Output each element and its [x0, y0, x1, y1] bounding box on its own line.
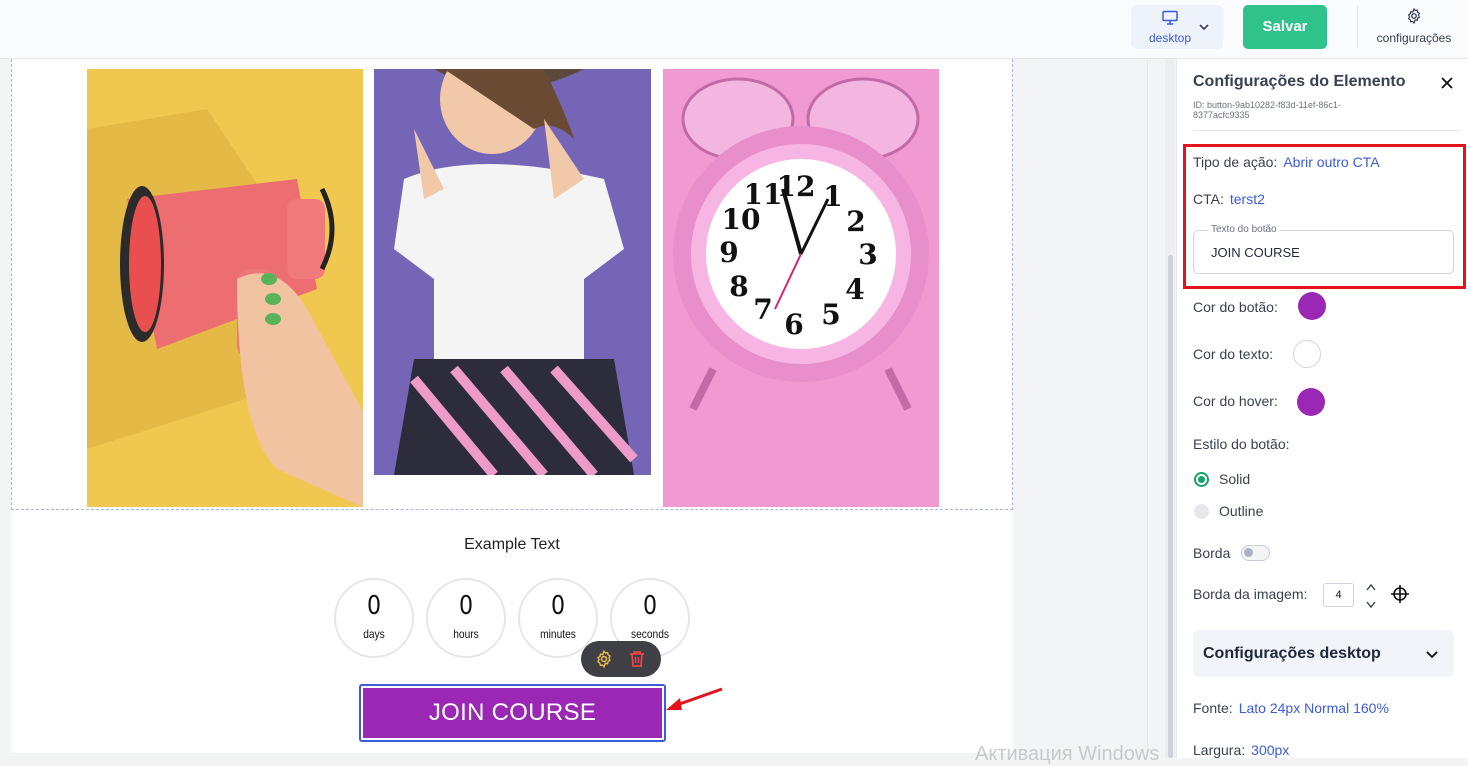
svg-text:2: 2 — [846, 205, 865, 238]
top-bar: desktop Salvar configurações — [0, 0, 1468, 59]
countdown-value: 0 — [642, 591, 658, 621]
divider — [1193, 130, 1461, 131]
button-color-label: Cor do botão: — [1193, 299, 1278, 315]
svg-text:7: 7 — [753, 293, 772, 326]
divider — [1147, 59, 1148, 758]
font-label: Fonte: — [1193, 700, 1233, 716]
element-toolbar — [581, 641, 661, 677]
annotation-arrow-icon — [666, 687, 723, 710]
scrollbar-thumb[interactable] — [1168, 255, 1173, 758]
monitor-icon — [1162, 10, 1178, 25]
text-color-swatch[interactable] — [1293, 340, 1321, 368]
font-row: Fonte: Lato 24px Normal 160% — [1193, 700, 1389, 716]
action-type-link[interactable]: Abrir outro CTA — [1283, 154, 1379, 170]
cta-row: CTA: terst2 — [1193, 191, 1265, 207]
trash-icon[interactable] — [627, 649, 647, 669]
image-gallery-section[interactable]: 12 1 2 345 678 9 10 11 — [11, 59, 1013, 510]
svg-text:5: 5 — [821, 298, 840, 331]
radio-solid[interactable] — [1194, 472, 1209, 487]
stepper-icon[interactable] — [1365, 582, 1377, 610]
svg-text:11: 11 — [744, 178, 783, 211]
image-border-label: Borda da imagem: — [1193, 586, 1308, 602]
accordion-label: Configurações desktop — [1203, 645, 1381, 662]
width-label: Largura: — [1193, 742, 1246, 758]
svg-text:4: 4 — [845, 273, 864, 306]
cta-label: CTA: — [1193, 191, 1224, 207]
editor-canvas: 12 1 2 345 678 9 10 11 Example Text 0 days 0… — [11, 59, 1013, 753]
chevron-down-icon — [1199, 24, 1209, 31]
device-selector[interactable]: desktop — [1131, 5, 1223, 49]
svg-text:9: 9 — [719, 236, 738, 269]
desktop-settings-accordion[interactable]: Configurações desktop — [1193, 630, 1454, 677]
hover-color-swatch[interactable] — [1297, 388, 1325, 416]
countdown-value: 0 — [550, 591, 566, 621]
border-toggle[interactable] — [1241, 545, 1270, 561]
action-type-row: Tipo de ação: Abrir outro CTA — [1193, 154, 1380, 170]
megaphone-photo[interactable] — [87, 69, 363, 507]
button-color-swatch[interactable] — [1298, 292, 1326, 320]
outline-label: Outline — [1219, 503, 1264, 519]
text-color-label: Cor do texto: — [1193, 346, 1274, 362]
button-text-field[interactable]: Texto do botão JOIN COURSE — [1193, 224, 1454, 274]
gear-icon — [1407, 7, 1421, 25]
action-type-label: Tipo de ação: — [1193, 154, 1278, 170]
countdown-days: 0 days — [334, 578, 414, 658]
crosshair-icon[interactable] — [1391, 585, 1409, 603]
settings-label: configurações — [1376, 31, 1452, 45]
gear-icon[interactable] — [594, 649, 614, 669]
panel-title: Configurações do Elemento — [1193, 73, 1406, 90]
font-link[interactable]: Lato 24px Normal 160% — [1239, 700, 1389, 716]
countdown-unit: days — [363, 627, 385, 641]
svg-text:6: 6 — [784, 308, 803, 341]
countdown-hours: 0 hours — [426, 578, 506, 658]
countdown-value: 0 — [458, 591, 474, 621]
svg-text:1: 1 — [823, 180, 842, 213]
close-icon[interactable] — [1439, 75, 1455, 91]
svg-text:8: 8 — [729, 270, 748, 303]
settings-button[interactable]: configurações — [1364, 6, 1464, 50]
width-row: Largura: 300px — [1193, 742, 1289, 758]
woman-photo[interactable] — [374, 69, 651, 475]
element-id: ID: button-9ab10282-f83d-11ef-86c1-8377a… — [1193, 100, 1341, 120]
example-text: Example Text — [464, 536, 560, 553]
countdown-unit: seconds — [630, 627, 669, 641]
button-style-label: Estilo do botão: — [1193, 436, 1290, 452]
alarm-clock-photo[interactable]: 12 1 2 345 678 9 10 11 — [663, 69, 939, 507]
svg-text:3: 3 — [858, 238, 877, 271]
radio-outline[interactable] — [1194, 504, 1209, 519]
element-settings-panel: Configurações do Elemento ID: button-9ab… — [1176, 59, 1468, 758]
button-text-value[interactable]: JOIN COURSE — [1211, 245, 1300, 260]
join-course-button[interactable]: JOIN COURSE — [363, 688, 662, 738]
countdown-unit: hours — [453, 627, 479, 641]
solid-label: Solid — [1219, 471, 1251, 487]
countdown-unit: minutes — [540, 627, 576, 641]
countdown-value: 0 — [366, 591, 382, 621]
width-link[interactable]: 300px — [1251, 742, 1289, 758]
save-button[interactable]: Salvar — [1243, 5, 1327, 49]
border-label: Borda — [1193, 545, 1231, 561]
chevron-down-icon — [1426, 651, 1438, 659]
selected-button-outline: JOIN COURSE — [359, 684, 666, 742]
divider — [1357, 6, 1358, 48]
field-label: Texto do botão — [1208, 224, 1280, 235]
cta-link[interactable]: terst2 — [1230, 191, 1265, 207]
image-border-input[interactable]: 4 — [1323, 583, 1354, 607]
windows-activation-watermark: Активация Windows — [975, 743, 1160, 765]
hover-color-label: Cor do hover: — [1193, 393, 1278, 409]
